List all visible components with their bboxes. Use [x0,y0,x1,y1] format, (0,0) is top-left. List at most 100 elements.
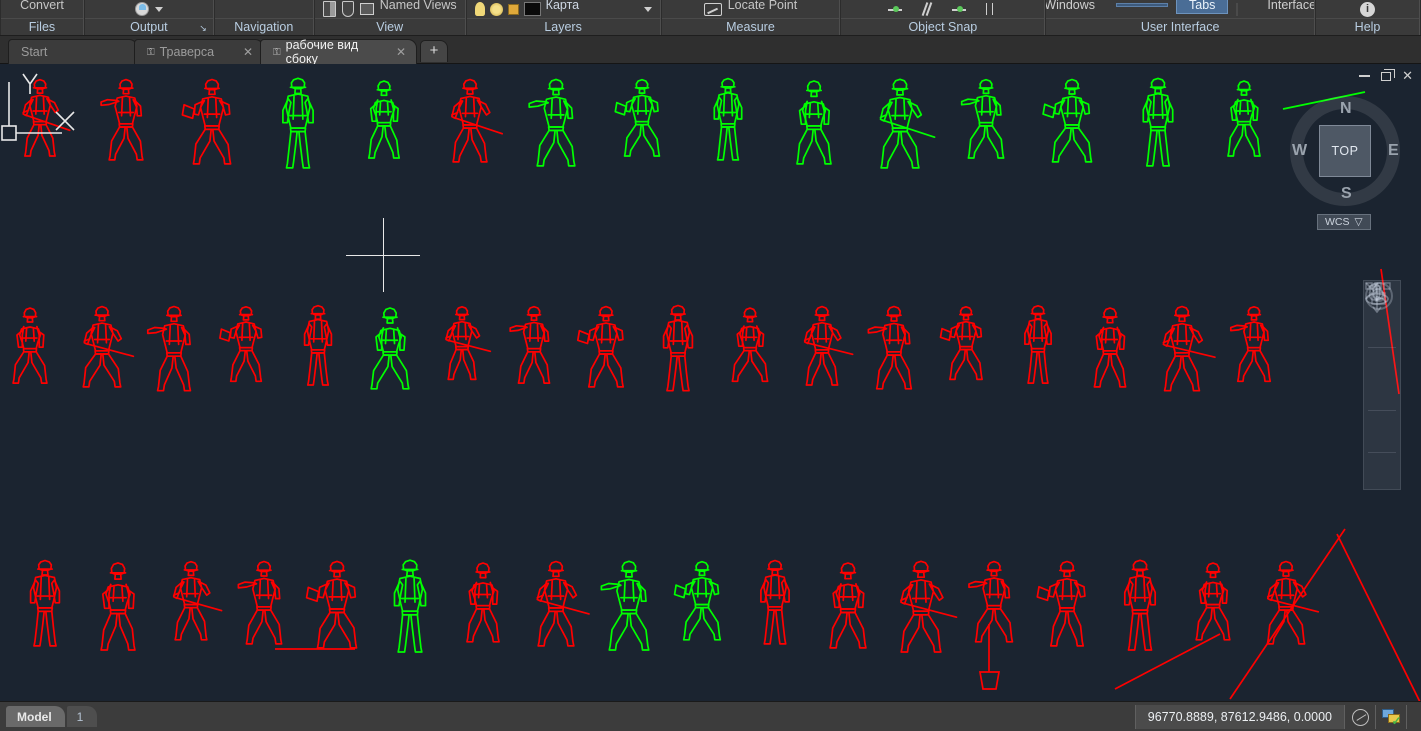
orbit-icon[interactable] [1365,282,1399,449]
compass-north-label[interactable]: N [1340,100,1352,118]
ribbon-panel-files[interactable]: Convert Files [0,0,84,35]
pan-hand-icon[interactable] [1365,283,1399,379]
ribbon-panel-view-label: View [314,18,465,35]
customization-glyph: ✓ [1381,709,1402,727]
snap-node-icon[interactable] [887,2,902,16]
view-cube[interactable]: TOP N S W E WCS ▽ [1287,86,1403,232]
showmotion-icon[interactable] [1365,282,1399,489]
minimize-icon[interactable] [1359,75,1371,77]
compass-west-label[interactable]: W [1292,142,1307,160]
interface-button[interactable]: Interface [1254,0,1314,14]
output-text: Output [130,20,168,34]
layer-on-icon[interactable] [474,2,485,16]
navigation-bar[interactable] [1363,280,1401,490]
ribbon-panel-navigation-label: Navigation [214,18,313,35]
ribbon-panel-user-interface-label: User Interface [1046,18,1315,35]
interface-window-icon[interactable] [1236,2,1239,16]
tabs-button[interactable]: Tabs [1176,0,1229,14]
ribbon-panel-help-label: Help [1316,18,1419,35]
locate-point-icon[interactable] [703,2,722,16]
file-tab-label: Траверса [159,45,215,59]
ribbon-panel-output[interactable]: Output ↘ [83,0,214,35]
panel-expander-arrow[interactable]: ↘ [199,20,207,35]
ribbon-panel-measure[interactable]: Locate Point Measure [660,0,841,35]
compass-south-label[interactable]: S [1341,185,1352,203]
snap-insert-icon[interactable] [951,2,966,16]
customization-icon[interactable]: ✓ [1376,705,1407,729]
status-bar: Model 1 96770.8889, 87612.9486, 0.0000 ✓ [0,701,1421,731]
ribbon-panel-user-interface[interactable]: Windows Tabs Interface User Interface [1045,0,1316,35]
divider [1368,452,1396,454]
ribbon-panel-object-snap-content [841,0,1044,18]
close-icon[interactable]: ✕ [243,45,253,59]
model-tab[interactable]: Model [6,706,65,727]
layout-split-button[interactable] [1116,3,1169,7]
ribbon-panel-layers-label: Layers [466,18,660,35]
layer-color-swatch[interactable] [523,2,541,16]
snap-parallel-icon[interactable] [920,2,934,16]
shield-icon[interactable] [341,1,354,17]
current-layer-name: Карта [545,0,580,12]
coordinate-readout[interactable]: 96770.8889, 87612.9486, 0.0000 [1134,705,1345,729]
file-tab-label: рабочие вид сбоку [285,38,359,66]
view-cube-top-face[interactable]: TOP [1319,125,1371,177]
compass-east-label[interactable]: E [1388,142,1399,160]
ribbon-panel-output-content [85,0,213,18]
file-tab-label: Start [21,45,48,59]
cad-figures [12,77,1421,701]
ribbon-bar: Convert Files Output ↘ Navigation Named … [0,0,1421,36]
lock-icon: ⚿ [147,46,155,58]
file-tab-bar: Start ⚿ Траверса ✕ ⚿ рабочие вид сбоку ✕… [0,36,1421,66]
ribbon-panel-help[interactable]: i Help [1315,0,1420,35]
ribbon-panel-layers[interactable]: Карта Layers [465,0,661,35]
ribbon-panel-files-label: Files [1,18,83,35]
angle-dial-icon[interactable] [1345,705,1376,729]
file-tab-start[interactable]: Start [8,39,138,64]
layer-lock-icon[interactable] [507,3,519,15]
ribbon-panel-measure-label: Measure [661,18,840,35]
dial-glyph [1351,708,1369,726]
file-tab-traversa[interactable]: ⚿ Траверса ✕ [134,39,264,64]
info-icon[interactable]: i [1360,1,1376,17]
ribbon-panel-files-content: Convert [1,0,83,18]
named-views-icon[interactable] [359,3,374,15]
visual-style-icon[interactable] [322,1,336,17]
ribbon-panel-layers-content: Карта [467,0,660,18]
chevron-down-icon[interactable] [154,6,163,12]
wcs-label: WCS [1325,216,1350,228]
lock-icon: ⚿ [273,46,281,58]
layer-dropdown-chevron-down-icon[interactable] [643,6,652,12]
ribbon-panel-view-content: Named Views [315,0,465,18]
ribbon-panel-user-interface-content: Windows Tabs Interface [1046,0,1314,18]
ribbon-panel-navigation[interactable]: Navigation [213,0,314,35]
autocad-window: Convert Files Output ↘ Navigation Named … [0,0,1421,731]
convert-label: Convert [20,0,64,12]
zoom-extents-icon[interactable] [1365,282,1399,407]
file-tab-rabochie-vid-sboku[interactable]: ⚿ рабочие вид сбоку ✕ [260,38,417,66]
ribbon-panel-help-content: i [1316,0,1419,18]
drawing-window-controls: ✕ [1359,68,1413,82]
layer-freeze-icon[interactable] [489,2,503,16]
ucs-icon [1,73,75,141]
windows-button[interactable]: Windows [1046,0,1108,14]
ribbon-panel-object-snap[interactable]: Object Snap [840,0,1046,35]
close-icon[interactable]: ✕ [1402,69,1413,82]
ribbon-panel-measure-content: Locate Point [662,0,840,18]
divider [1368,347,1396,348]
wcs-dropdown[interactable]: WCS ▽ [1317,214,1371,230]
named-views-label: Named Views [379,0,457,12]
layout-tab-1[interactable]: 1 [66,706,98,727]
plot-icon[interactable] [134,2,149,16]
drawing-canvas[interactable]: ✕ TOP N S W E WCS ▽ [0,64,1421,701]
new-tab-button[interactable]: + [420,40,448,62]
ribbon-panel-output-label: Output ↘ [84,18,213,35]
chevron-down-icon: ▽ [1354,216,1363,228]
ribbon-panel-navigation-content [215,0,313,18]
ribbon-panel-view[interactable]: Named Views View [313,0,466,35]
ribbon-panel-object-snap-label: Object Snap [841,18,1045,35]
restore-icon[interactable] [1381,68,1396,81]
divider [1368,409,1396,411]
snap-settings-icon[interactable] [984,2,998,16]
locate-point-label: Locate Point [727,0,798,12]
close-icon[interactable]: ✕ [396,45,406,59]
